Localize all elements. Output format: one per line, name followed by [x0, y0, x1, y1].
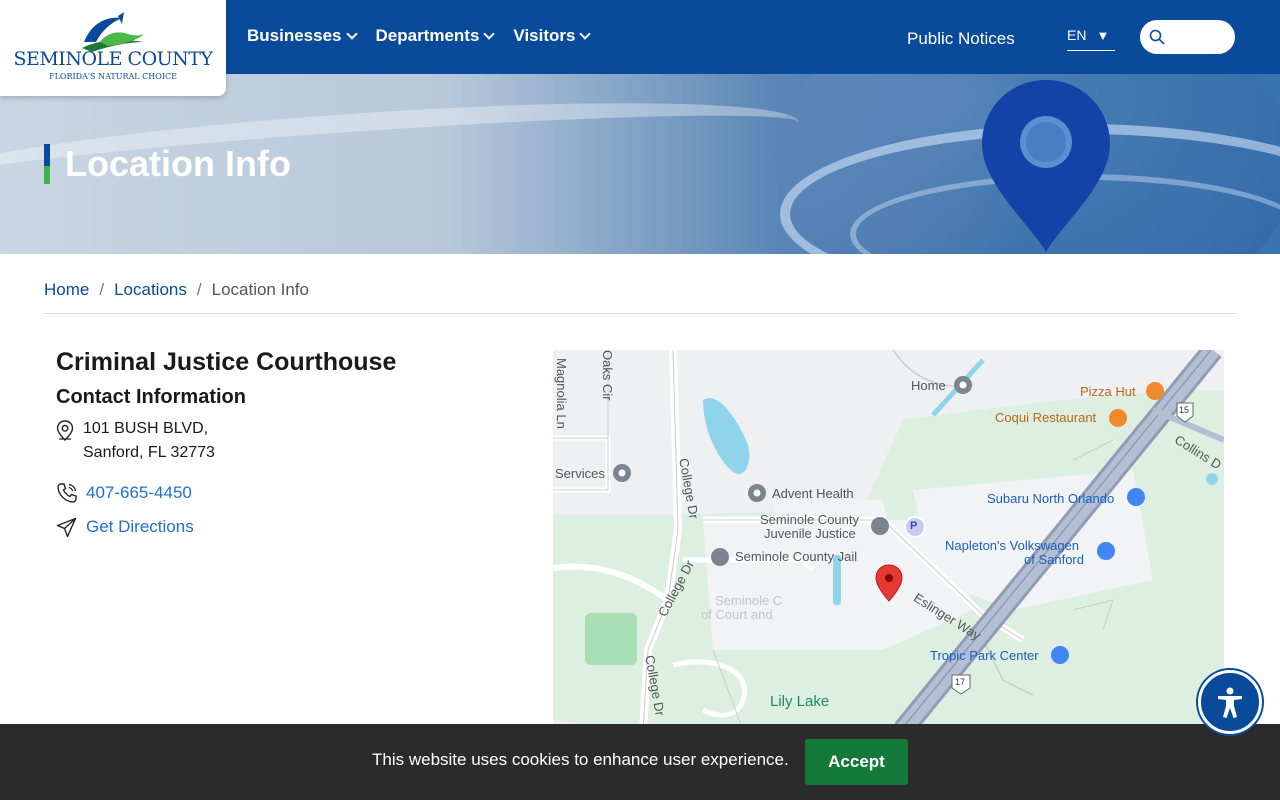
map-route-17: 17	[955, 677, 966, 687]
map-marker-icon	[56, 420, 74, 441]
send-arrow-icon	[56, 517, 77, 538]
breadcrumb-current: Location Info	[211, 280, 309, 299]
breadcrumb-separator: /	[99, 280, 105, 299]
accessibility-button[interactable]	[1198, 670, 1262, 734]
address-line-2: Sanford, FL 32773	[83, 444, 215, 461]
phone-icon	[57, 483, 77, 503]
map-label-juvenile-1: Seminole County	[760, 512, 859, 527]
map-label-subaru: Subaru North Orlando	[987, 491, 1115, 506]
map-label-jail: Seminole County Jail	[735, 549, 858, 564]
hero-banner: Location Info	[0, 74, 1280, 254]
logo-tagline: FLORIDA'S NATURAL CHOICE	[49, 72, 177, 81]
caret-down-icon: ▼	[1096, 28, 1110, 43]
logo-wordmark: SEMINOLE COUNTY	[13, 48, 213, 70]
chevron-down-icon	[345, 28, 358, 40]
title-accent-green	[44, 166, 50, 184]
chevron-down-icon	[579, 28, 592, 40]
map-label-advent-health: Advent Health	[772, 486, 854, 501]
main-navigation: Businesses Departments Visitors	[247, 26, 592, 46]
map-label-home: Home	[911, 378, 946, 393]
cookie-banner: This website uses cookies to enhance use…	[0, 724, 1280, 800]
phone-link[interactable]: 407-665-4450	[86, 483, 192, 503]
title-accent-blue	[44, 144, 50, 166]
site-logo[interactable]: SEMINOLE COUNTY FLORIDA'S NATURAL CHOICE	[0, 0, 226, 96]
breadcrumb-home[interactable]: Home	[44, 280, 89, 300]
page-title-text: Location Info	[65, 143, 291, 184]
map-label-services: Services	[555, 466, 605, 481]
nav-businesses[interactable]: Businesses	[247, 26, 358, 46]
nav-visitors-label: Visitors	[513, 26, 576, 45]
nav-businesses-label: Businesses	[247, 26, 342, 45]
map-label-court-2: of Court and	[701, 607, 773, 622]
map-label-napleton-2: of Sanford	[1024, 552, 1084, 567]
chevron-down-icon	[483, 28, 496, 40]
map-label-tropic-park: Tropic Park Center	[930, 648, 1039, 663]
nav-departments[interactable]: Departments	[375, 26, 496, 46]
breadcrumb: Home / Locations / Location Info	[44, 280, 309, 300]
map-label-pizza-hut: Pizza Hut	[1080, 384, 1136, 399]
map-label-coqui: Coqui Restaurant	[995, 410, 1097, 425]
address-line-1: 101 BUSH BLVD,	[83, 420, 209, 437]
location-pin-icon	[982, 80, 1110, 252]
cookie-message: This website uses cookies to enhance use…	[372, 750, 789, 769]
map-label-napleton-1: Napleton's Volkswagen	[945, 538, 1080, 553]
breadcrumb-separator: /	[196, 280, 202, 299]
county-logo-emblem	[82, 12, 144, 52]
page-title: Location Info	[44, 144, 291, 184]
language-value: EN	[1067, 27, 1087, 43]
contact-heading: Contact Information	[56, 386, 246, 408]
breadcrumb-divider	[44, 313, 1236, 314]
accessibility-icon	[1218, 687, 1242, 718]
language-selector[interactable]: EN ▼	[1067, 27, 1115, 51]
map-parking-icon: P	[910, 520, 918, 532]
location-map[interactable]: Magnolia Ln Oaks Cir Services Home Pizza…	[553, 350, 1224, 730]
map-label-oaks: Oaks Cir	[600, 350, 615, 401]
map-label-court-1: Seminole C	[715, 593, 783, 608]
nav-visitors[interactable]: Visitors	[513, 26, 592, 46]
search-icon	[1149, 29, 1165, 45]
map-label-lily-lake: Lily Lake	[770, 693, 830, 710]
public-notices-link[interactable]: Public Notices	[907, 29, 1015, 49]
location-name: Criminal Justice Courthouse	[56, 348, 397, 376]
map-label-magnolia: Magnolia Ln	[554, 358, 569, 429]
map-label-juvenile-2: Juvenile Justice	[764, 526, 856, 541]
accept-cookies-button[interactable]: Accept	[805, 739, 908, 785]
nav-departments-label: Departments	[375, 26, 480, 45]
breadcrumb-locations[interactable]: Locations	[114, 280, 187, 300]
get-directions-link[interactable]: Get Directions	[86, 517, 194, 537]
map-route-15: 15	[1179, 405, 1190, 415]
search-input[interactable]	[1140, 20, 1235, 54]
